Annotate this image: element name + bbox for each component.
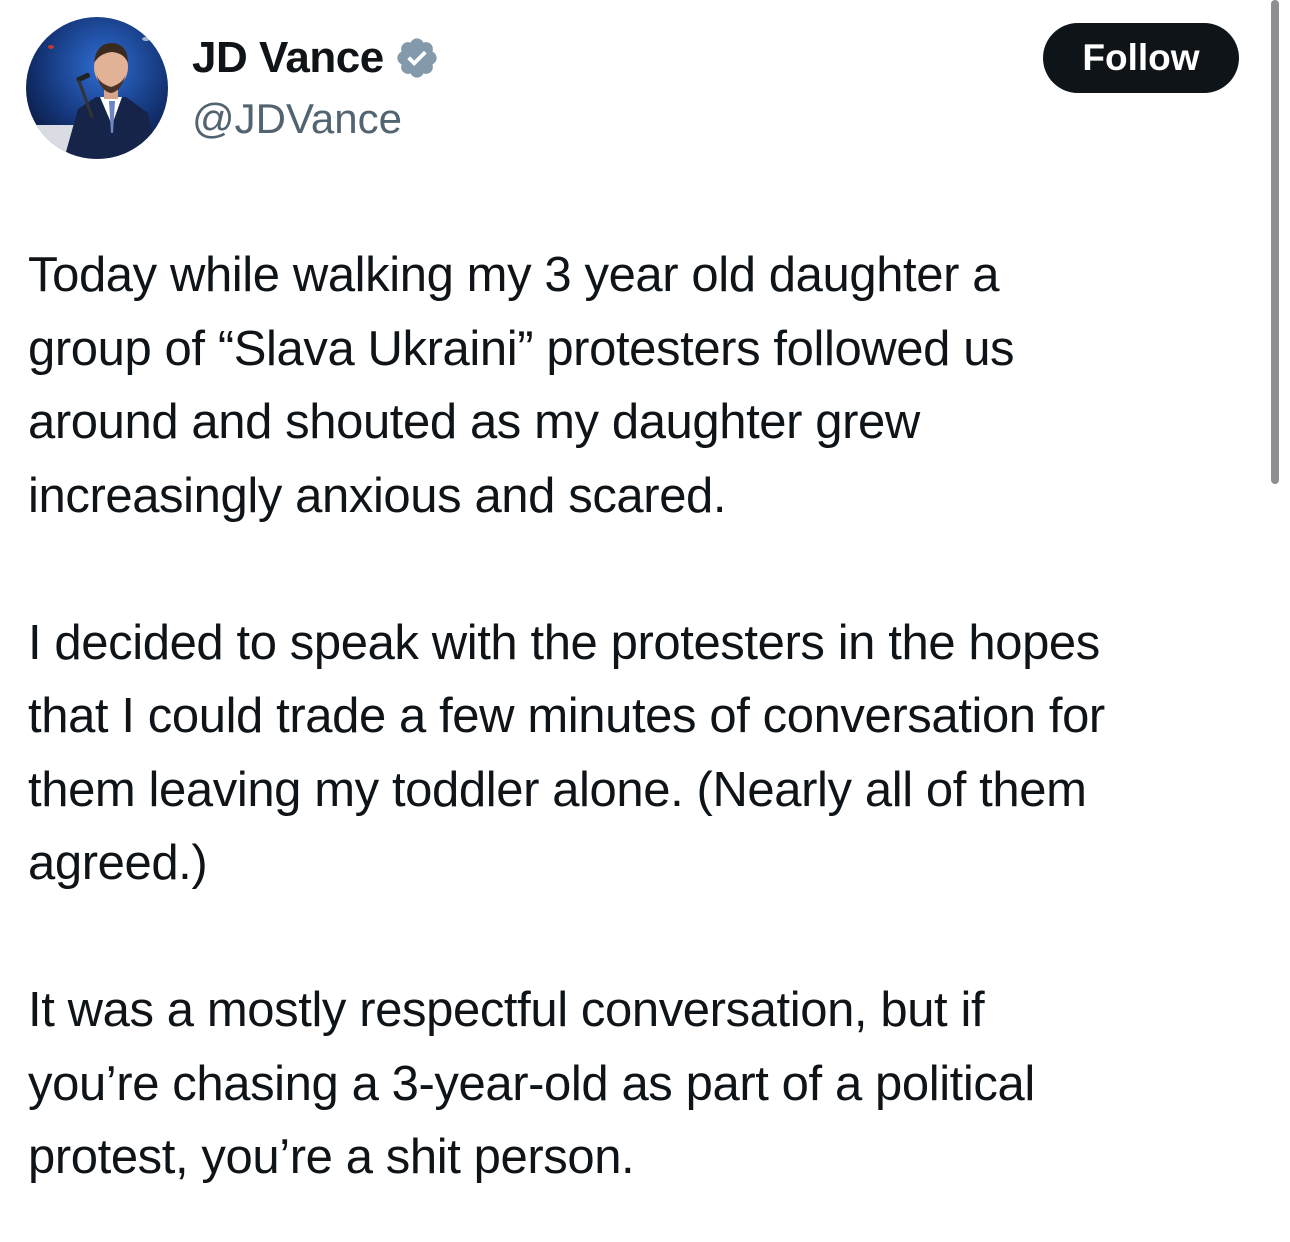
author-display-name[interactable]: JD Vance xyxy=(192,32,384,84)
avatar-photo xyxy=(26,17,168,159)
scrollbar-thumb[interactable] xyxy=(1271,0,1279,484)
author-display-name-row[interactable]: JD Vance xyxy=(192,32,440,84)
follow-button[interactable]: Follow xyxy=(1043,23,1239,93)
tweet-paragraph-2: I decided to speak with the protesters i… xyxy=(28,615,1105,891)
tweet-paragraph-1: Today while walking my 3 year old daught… xyxy=(28,248,1015,523)
tweet-text: Today while walking my 3 year old daught… xyxy=(28,239,1268,1195)
avatar[interactable] xyxy=(26,17,168,159)
verified-badge-icon[interactable] xyxy=(394,35,440,81)
tweet-paragraph-3: It was a mostly respectful conversation,… xyxy=(28,983,1035,1184)
author-handle[interactable]: @JDVance xyxy=(192,94,402,144)
